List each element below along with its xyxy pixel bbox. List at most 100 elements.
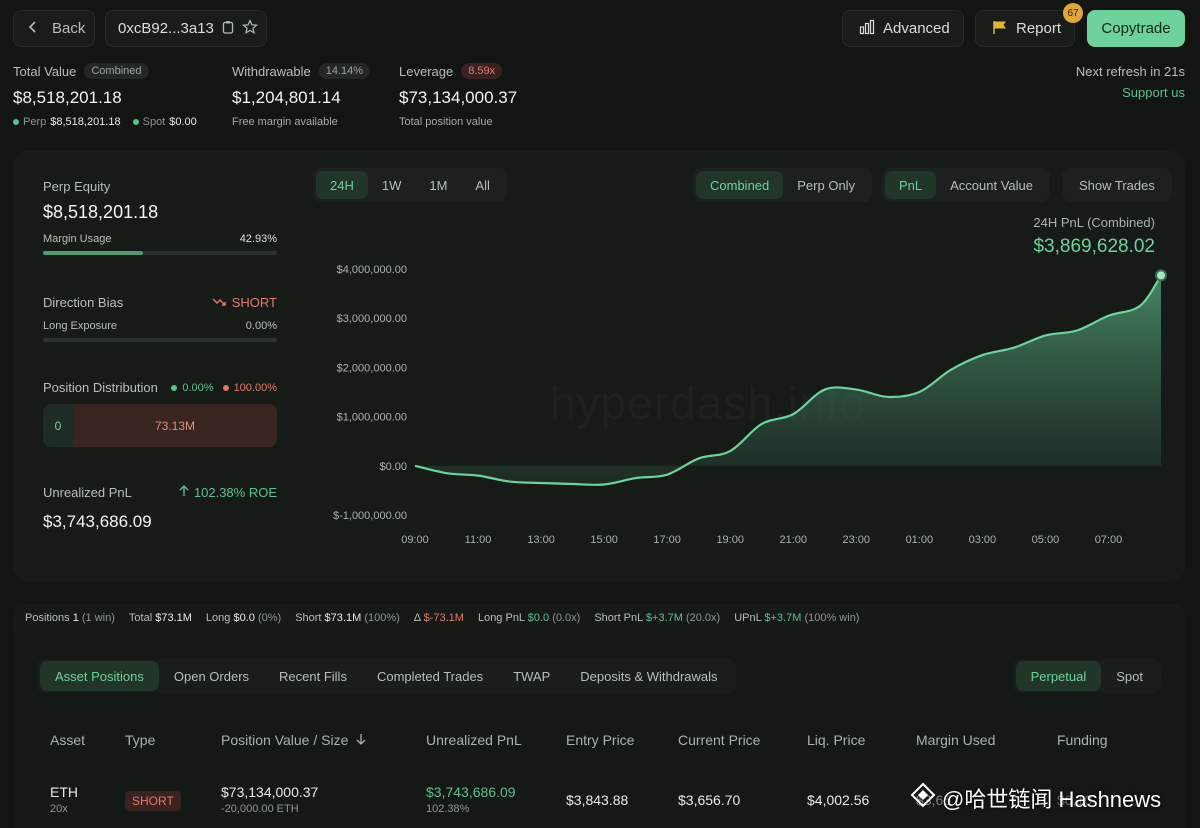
perp-equity-value: $8,518,201.18 xyxy=(43,202,159,222)
market-tab-perpetual[interactable]: Perpetual xyxy=(1015,661,1102,691)
x-tick-label: 19:00 xyxy=(716,534,744,546)
long-exposure-value: 0.00% xyxy=(245,320,277,332)
x-tick-label: 05:00 xyxy=(1032,534,1060,546)
tab-deposits-withdrawals[interactable]: Deposits & Withdrawals xyxy=(565,661,732,691)
spot-label: Spot xyxy=(142,116,166,128)
x-tick-label: 09:00 xyxy=(401,534,429,546)
time-range-selector: 24H 1W 1M All xyxy=(313,168,507,202)
metric-pnl[interactable]: PnL xyxy=(885,171,937,199)
leverage-label: Leverage xyxy=(399,63,454,79)
copy-icon[interactable] xyxy=(222,20,234,38)
dist-long-value: 0 xyxy=(43,404,73,447)
col-asset[interactable]: Asset xyxy=(50,732,85,748)
account-stats-panel: Perp Equity $8,518,201.18 Margin Usage 4… xyxy=(43,179,277,532)
x-tick-label: 01:00 xyxy=(906,534,934,546)
support-link[interactable]: Support us xyxy=(1122,85,1185,100)
stat-delta: Δ $-73.1M xyxy=(413,612,464,624)
back-button[interactable]: Back xyxy=(13,10,95,47)
refresh-timer: Next refresh in 21s xyxy=(1075,64,1185,79)
position-distribution-bar: 0 73.13M xyxy=(43,404,277,447)
metric-account-value[interactable]: Account Value xyxy=(936,171,1047,199)
advanced-button[interactable]: Advanced xyxy=(842,10,964,47)
leverage-block: Leverage 8.59x $73,134,000.37 Total posi… xyxy=(399,62,517,128)
col-entry-price[interactable]: Entry Price xyxy=(566,732,634,748)
range-1w[interactable]: 1W xyxy=(368,171,416,199)
x-tick-label: 07:00 xyxy=(1095,534,1123,546)
margin-usage-fill xyxy=(43,251,144,255)
back-label: Back xyxy=(52,20,86,37)
hashnews-watermark-text: @哈世链闻 Hashnews xyxy=(942,787,1162,812)
spot-value: $0.00 xyxy=(169,116,197,128)
x-tick-label: 17:00 xyxy=(653,534,681,546)
copytrade-button[interactable]: Copytrade xyxy=(1087,10,1185,47)
show-trades-button[interactable]: Show Trades xyxy=(1065,171,1169,199)
perp-equity-label: Perp Equity xyxy=(43,179,111,194)
long-exposure-label: Long Exposure xyxy=(43,320,117,332)
roe-value: 102.38% ROE xyxy=(193,485,277,500)
withdrawable-value: $1,204,801.14 xyxy=(232,88,341,107)
stat-short-pnl: Short PnL $+3.7M (20.0x) xyxy=(594,612,721,624)
x-tick-label: 11:00 xyxy=(465,534,492,546)
col-margin-used[interactable]: Margin Used xyxy=(916,732,995,748)
tab-completed-trades[interactable]: Completed Trades xyxy=(362,661,498,691)
mode-perp-only[interactable]: Perp Only xyxy=(783,171,869,199)
col-liq-price[interactable]: Liq. Price xyxy=(807,732,865,748)
margin-usage-value: 42.93% xyxy=(239,233,277,245)
direction-bias-label: Direction Bias xyxy=(43,295,124,310)
mode-combined[interactable]: Combined xyxy=(696,171,784,199)
short-dot-icon xyxy=(222,384,229,391)
star-icon[interactable] xyxy=(241,18,258,39)
account-summary: Total Value Combined $8,518,201.18 Perp … xyxy=(13,62,1185,132)
market-tab-spot[interactable]: Spot xyxy=(1101,661,1158,691)
spot-dot-icon xyxy=(132,119,139,125)
col-position-value[interactable]: Position Value / Size xyxy=(221,732,366,748)
tab-open-orders[interactable]: Open Orders xyxy=(159,661,264,691)
dist-short-value: 73.13M xyxy=(154,418,196,433)
latest-point-marker[interactable] xyxy=(1155,269,1167,282)
tab-asset-positions[interactable]: Asset Positions xyxy=(40,661,159,691)
stat-short: Short $73.1M (100%) xyxy=(295,612,400,624)
row-unrealized-pnl-pct: 102.38% xyxy=(426,803,470,815)
row-entry-price: $3,843.88 xyxy=(566,792,629,808)
col-unrealized-pnl[interactable]: Unrealized PnL xyxy=(426,732,522,748)
long-exposure-bar xyxy=(43,338,277,342)
metric-selector: PnL Account Value xyxy=(882,168,1051,202)
range-all[interactable]: All xyxy=(461,171,503,199)
row-current-price: $3,656.70 xyxy=(678,792,741,808)
col-current-price[interactable]: Current Price xyxy=(678,732,760,748)
y-tick-label: $0.00 xyxy=(379,461,407,473)
arrow-up-icon xyxy=(179,485,189,500)
chart-title: 24H PnL (Combined) xyxy=(1033,215,1155,230)
wallet-address: 0xcB92...3a13 xyxy=(118,20,214,37)
y-tick-label: $2,000,000.00 xyxy=(337,362,407,374)
position-distribution-label: Position Distribution xyxy=(43,380,158,395)
col-funding[interactable]: Funding xyxy=(1057,732,1108,748)
unrealized-pnl-label: Unrealized PnL xyxy=(43,485,132,500)
report-button[interactable]: Report xyxy=(975,10,1075,47)
unrealized-pnl-value: $3,743,686.09 xyxy=(43,512,152,531)
dist-short-pct: 100.00% xyxy=(233,381,277,394)
total-value-block: Total Value Combined $8,518,201.18 Perp … xyxy=(13,62,197,128)
stat-total: Total $73.1M xyxy=(128,612,192,624)
leverage-value: $73,134,000.37 xyxy=(399,88,518,107)
table-header: Asset Type Position Value / Size Unreali… xyxy=(13,732,1185,752)
x-tick-label: 13:00 xyxy=(527,534,555,546)
tab-recent-fills[interactable]: Recent Fills xyxy=(264,661,362,691)
stat-long: Long $0.0 (0%) xyxy=(205,612,282,624)
hashnews-watermark: @哈世链闻 Hashnews xyxy=(910,782,1161,814)
positions-stats-strip: Positions 1 (1 win) Total $73.1M Long $0… xyxy=(13,604,1185,632)
row-position-value: $73,134,000.37 xyxy=(221,784,319,800)
col-type[interactable]: Type xyxy=(125,732,155,748)
range-24h[interactable]: 24H xyxy=(316,171,368,199)
row-unrealized-pnl: $3,743,686.09 xyxy=(426,784,516,800)
x-tick-label: 21:00 xyxy=(779,534,807,546)
sort-down-icon xyxy=(356,732,366,748)
range-1m[interactable]: 1M xyxy=(415,171,461,199)
tab-twap[interactable]: TWAP xyxy=(498,661,565,691)
combined-pill: Combined xyxy=(84,63,149,79)
y-tick-label: $1,000,000.00 xyxy=(337,412,407,424)
positions-tabs: Asset Positions Open Orders Recent Fills Co… xyxy=(37,659,736,693)
y-tick-label: $-1,000,000.00 xyxy=(333,510,407,522)
y-tick-label: $3,000,000.00 xyxy=(337,313,407,325)
withdrawable-label: Withdrawable xyxy=(232,63,311,79)
